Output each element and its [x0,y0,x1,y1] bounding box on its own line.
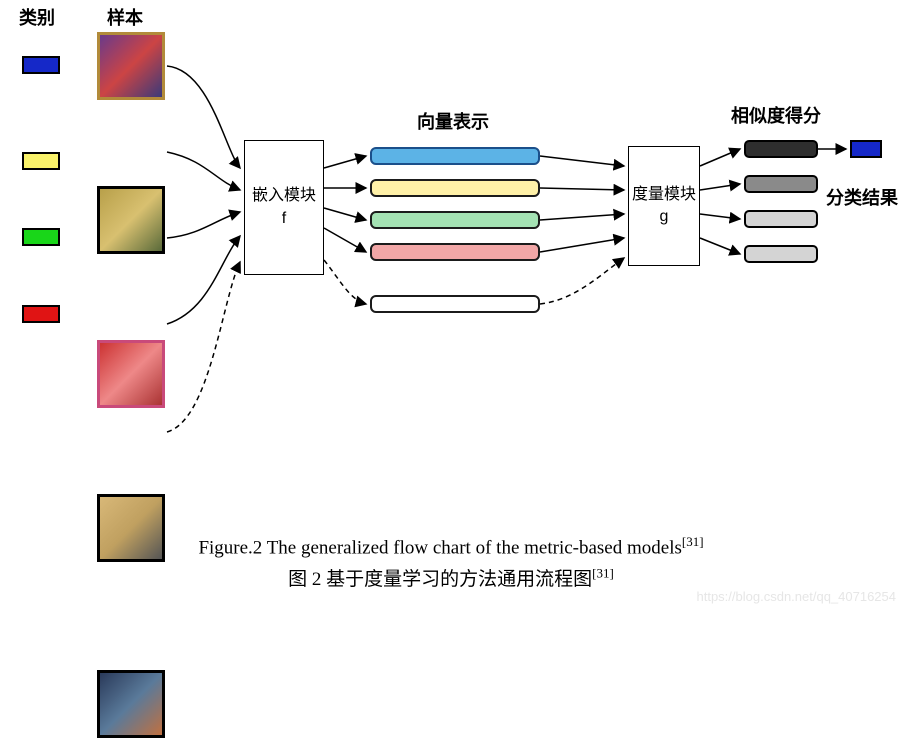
sample-thumb-1 [97,32,165,100]
header-vector: 向量表示 [417,108,489,134]
sample-thumb-2 [97,186,165,254]
sample-thumb-3 [97,340,165,408]
score-bar-1 [744,140,818,158]
header-similarity: 相似度得分 [731,102,821,128]
embed-module-title: 嵌入模块 [252,185,316,207]
vector-bar-3 [370,211,540,229]
vector-bar-query [370,295,540,313]
metric-module: 度量模块 g [628,146,700,266]
metric-module-sub: g [660,206,669,228]
embed-module-sub: f [282,208,286,230]
class-swatch-2 [22,152,60,170]
class-swatch-1 [22,56,60,74]
score-bar-3 [744,210,818,228]
vector-bar-1 [370,147,540,165]
header-category: 类别 [19,4,55,30]
caption-zh: 图 2 基于度量学习的方法通用流程图[31] [0,564,902,591]
vector-bar-2 [370,179,540,197]
embed-module: 嵌入模块 f [244,140,324,275]
class-swatch-4 [22,305,60,323]
vector-bar-4 [370,243,540,261]
metric-module-title: 度量模块 [632,184,696,206]
watermark: https://blog.csdn.net/qq_40716254 [697,589,897,604]
sample-thumb-query [97,670,165,738]
class-swatch-3 [22,228,60,246]
header-sample: 样本 [107,4,143,30]
score-bar-4 [744,245,818,263]
score-bar-2 [744,175,818,193]
result-swatch [850,140,882,158]
caption-en: Figure.2 The generalized flow chart of t… [0,534,902,559]
header-result: 分类结果 [826,184,898,210]
